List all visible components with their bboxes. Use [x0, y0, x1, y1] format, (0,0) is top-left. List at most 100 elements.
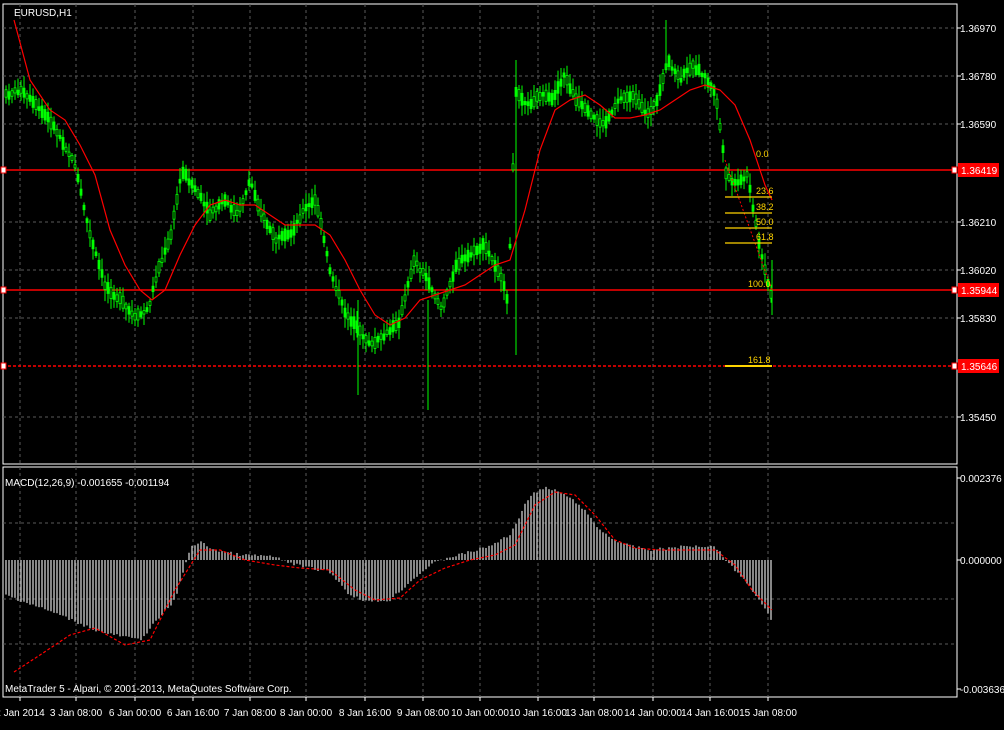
- candle-body: [130, 310, 134, 317]
- price-tag-label: 1.35646: [961, 362, 998, 373]
- candle-body: [538, 92, 542, 101]
- macd-bar: [419, 560, 421, 574]
- macd-bar: [359, 560, 361, 600]
- candle-body: [652, 101, 656, 107]
- macd-bar: [692, 547, 694, 560]
- macd-bar: [428, 560, 430, 567]
- macd-bar: [758, 560, 760, 600]
- candle-body: [421, 268, 425, 276]
- candle-body: [379, 333, 383, 340]
- candle-body: [253, 189, 257, 201]
- macd-bar: [530, 495, 532, 560]
- candle-body: [148, 300, 152, 306]
- candle-body: [559, 78, 563, 87]
- candle-body: [211, 206, 215, 214]
- fib-level-label: 61.8: [756, 232, 774, 242]
- candle-body: [592, 114, 596, 120]
- candle-body: [547, 92, 551, 102]
- macd-bar: [203, 543, 205, 560]
- level-handle[interactable]: [0, 362, 7, 370]
- candle-body: [145, 307, 149, 312]
- macd-bar: [467, 551, 469, 560]
- price-axis-label: 1.36780: [960, 72, 997, 83]
- candle-body: [517, 89, 521, 102]
- macd-bar: [497, 542, 499, 560]
- candle-body: [667, 55, 671, 68]
- macd-bar: [668, 547, 670, 560]
- macd-bar: [701, 547, 703, 560]
- macd-bar: [494, 542, 496, 560]
- candlesticks: [4, 20, 773, 410]
- macd-bar: [107, 560, 109, 634]
- candle-body: [577, 96, 581, 108]
- macd-bar: [65, 560, 67, 617]
- candle-body: [628, 91, 632, 103]
- candle-body: [553, 90, 557, 100]
- price-tag-label: 1.35944: [961, 286, 998, 297]
- horizontal-levels[interactable]: [0, 166, 958, 370]
- candle-body: [256, 198, 260, 212]
- candle-body: [265, 219, 269, 230]
- moving-average-line: [13, 19, 773, 326]
- macd-bar: [80, 560, 82, 624]
- candle-body: [748, 184, 752, 193]
- candle-body: [640, 101, 644, 113]
- level-handle[interactable]: [0, 286, 7, 294]
- fib-level-label: 100.0: [748, 279, 771, 289]
- macd-bar: [608, 536, 610, 560]
- macd-bar: [11, 560, 13, 598]
- macd-bar: [335, 560, 337, 580]
- macd-bar: [8, 560, 10, 596]
- price-axis-label: 1.36020: [960, 266, 997, 277]
- level-handle[interactable]: [0, 166, 7, 174]
- macd-bar: [575, 503, 577, 560]
- macd-bar: [143, 560, 145, 637]
- macd-bar: [713, 546, 715, 560]
- level-handle[interactable]: [951, 362, 958, 370]
- time-axis-label: 9 Jan 08:00: [397, 708, 450, 719]
- candle-body: [718, 123, 722, 131]
- candle-body: [370, 340, 374, 347]
- candle-body: [154, 276, 158, 283]
- level-handle[interactable]: [951, 166, 958, 174]
- macd-bar: [407, 560, 409, 584]
- macd-bar: [725, 560, 727, 562]
- macd-bar: [53, 560, 55, 613]
- candle-body: [331, 276, 335, 282]
- macd-bar: [350, 560, 352, 596]
- candle-body: [685, 67, 689, 74]
- macd-bar: [26, 560, 28, 604]
- macd-bar: [386, 560, 388, 602]
- candle-body: [49, 116, 53, 130]
- candle-body: [448, 280, 452, 288]
- candle-body: [655, 94, 659, 107]
- candle-body: [595, 114, 599, 126]
- macd-bar: [398, 560, 400, 593]
- time-axis-label: 6 Jan 16:00: [167, 708, 220, 719]
- macd-bar: [710, 545, 712, 560]
- candle-body: [751, 204, 755, 212]
- macd-bar: [212, 549, 214, 560]
- candle-body: [40, 105, 44, 118]
- macd-bar: [329, 560, 331, 574]
- candle-body: [241, 198, 245, 205]
- candle-body: [328, 267, 332, 275]
- candle-body: [661, 73, 665, 84]
- macd-bar: [620, 542, 622, 560]
- macd-bar: [755, 560, 757, 596]
- macd-bar: [569, 497, 571, 560]
- candle-body: [244, 190, 248, 196]
- macd-bar: [464, 554, 466, 560]
- macd-bar: [404, 560, 406, 588]
- level-handle[interactable]: [951, 286, 958, 294]
- candle-body: [361, 334, 365, 340]
- macd-bar: [623, 543, 625, 560]
- candle-body: [502, 281, 506, 291]
- macd-bar: [389, 560, 391, 602]
- chart-window[interactable]: 0.0 23.6 38.2 50.0 61.8 100.0 161.8 1.36970 1.3…: [0, 0, 1004, 730]
- candle-body: [124, 303, 128, 310]
- candle-body: [79, 188, 83, 196]
- macd-bar: [266, 555, 268, 560]
- candle-body: [7, 91, 11, 100]
- candle-body: [232, 204, 236, 217]
